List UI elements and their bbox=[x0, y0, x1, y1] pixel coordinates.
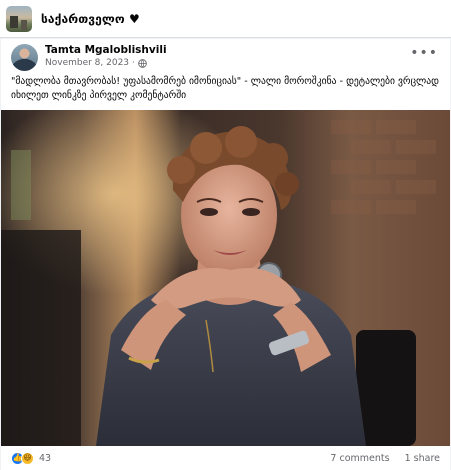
post-meta: November 8, 2023 · bbox=[45, 58, 147, 68]
reaction-count: 43 bbox=[39, 452, 52, 464]
group-cover-thumbnail[interactable] bbox=[6, 5, 32, 32]
author-name[interactable]: Tamta Mgaloblishvili bbox=[45, 44, 167, 56]
post-card: Tamta Mgaloblishvili November 8, 2023 · … bbox=[1, 39, 450, 470]
post-photo[interactable] bbox=[1, 110, 450, 446]
more-options-icon[interactable]: ••• bbox=[410, 46, 438, 60]
comments-count[interactable]: 7 comments bbox=[330, 453, 389, 464]
reactions-summary[interactable]: 👍 😆 43 bbox=[11, 451, 52, 465]
haha-icon: 😆 bbox=[21, 451, 34, 465]
globe-icon bbox=[137, 58, 147, 68]
group-name[interactable]: საქართველო ♥ bbox=[41, 12, 140, 26]
group-header: საქართველო ♥ bbox=[0, 0, 451, 38]
shares-count[interactable]: 1 share bbox=[405, 453, 440, 464]
author-avatar[interactable] bbox=[11, 44, 38, 71]
post-date[interactable]: November 8, 2023 · bbox=[45, 58, 135, 68]
woman-portrait-photo bbox=[1, 110, 450, 446]
post-header: Tamta Mgaloblishvili November 8, 2023 · … bbox=[1, 39, 450, 75]
post-caption: "მადლობა მთავრობას! უფასამომრებ იმონიცია… bbox=[11, 76, 439, 101]
post-footer: 👍 😆 43 7 comments 1 share bbox=[1, 446, 450, 470]
engagement-counts: 7 comments 1 share bbox=[330, 453, 440, 464]
